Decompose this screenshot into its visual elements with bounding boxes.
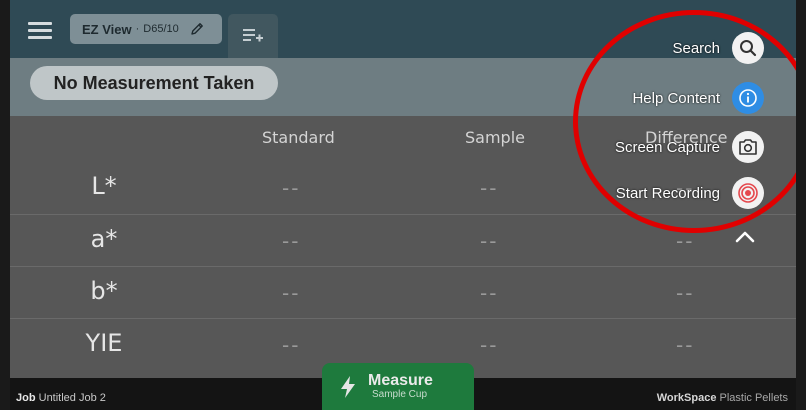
menu-icon[interactable] (28, 22, 52, 39)
workspace-info: WorkSpace Plastic Pellets (657, 392, 788, 404)
view-name: EZ View (82, 21, 132, 37)
workspace-name: Plastic Pellets (719, 392, 788, 404)
job-label: Job (16, 392, 36, 404)
fab-search-label: Search (672, 39, 720, 57)
workspace-label: WorkSpace (656, 392, 717, 404)
column-header-standard: Standard (262, 128, 335, 147)
standard-value: -- (282, 229, 301, 253)
measurement-status: No Measurement Taken (30, 66, 278, 100)
difference-value: -- (676, 229, 695, 253)
record-icon[interactable] (732, 177, 764, 209)
column-header-sample: Sample (465, 128, 525, 147)
add-view-tab[interactable] (228, 14, 278, 58)
row-label-yie: YIE (85, 329, 123, 357)
fab-start-recording[interactable]: Start Recording (616, 177, 764, 209)
table-row: b* -- -- -- (10, 266, 796, 319)
fab-search[interactable]: Search (672, 32, 764, 64)
fab-help[interactable]: Help Content (632, 82, 764, 114)
measure-button[interactable]: Measure Sample Cup (322, 363, 474, 410)
view-selector-tab[interactable]: EZ View · D65/10 (70, 14, 222, 44)
difference-value: -- (676, 333, 695, 357)
sample-value: -- (480, 333, 499, 357)
chevron-up-icon[interactable] (732, 226, 758, 248)
fab-help-label: Help Content (632, 89, 720, 107)
playlist-add-icon (243, 29, 263, 42)
difference-value: -- (676, 281, 695, 305)
fab-capture-label: Screen Capture (614, 138, 720, 156)
pencil-icon[interactable] (189, 21, 205, 37)
row-label-a: a* (90, 225, 118, 253)
standard-value: -- (282, 176, 301, 200)
measure-mode: Sample Cup (372, 389, 428, 400)
illuminant-label: D65/10 (143, 23, 179, 35)
sample-value: -- (480, 229, 499, 253)
search-icon[interactable] (732, 32, 764, 64)
view-separator: · (135, 23, 140, 35)
job-info: Job Untitled Job 2 (16, 392, 106, 404)
fab-record-label: Start Recording (615, 184, 720, 202)
info-icon[interactable] (732, 82, 764, 114)
camera-icon[interactable] (732, 131, 764, 163)
sample-value: -- (480, 281, 499, 305)
row-label-l: L* (91, 172, 117, 200)
app-frame: EZ View · D65/10 No Measurement Taken St… (10, 0, 796, 410)
job-name: Untitled Job 2 (38, 392, 106, 404)
measure-text: Measure Sample Cup (368, 372, 433, 401)
standard-value: -- (282, 281, 301, 305)
lightning-bolt-icon (341, 375, 355, 398)
fab-screen-capture[interactable]: Screen Capture (615, 131, 764, 163)
sample-value: -- (480, 176, 499, 200)
standard-value: -- (282, 333, 301, 357)
table-row: a* -- -- -- (10, 214, 796, 267)
measure-label: Measure (368, 372, 433, 389)
row-label-b: b* (90, 277, 118, 305)
